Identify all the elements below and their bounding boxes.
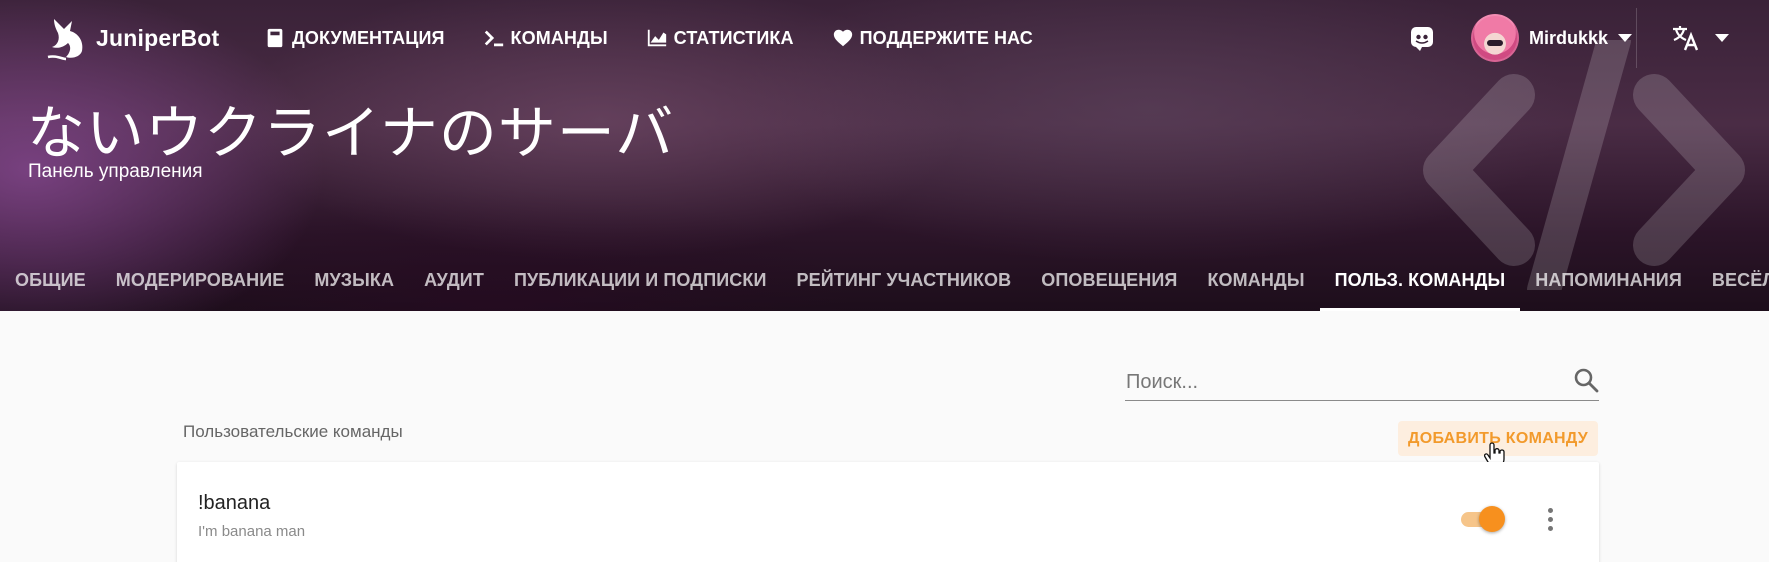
command-description: I'm banana man: [198, 523, 306, 540]
tab-fun[interactable]: ВЕСЁЛОСТИ: [1697, 262, 1769, 311]
heart-icon: [833, 29, 852, 47]
book-icon: [267, 28, 283, 48]
tab-audit[interactable]: АУДИТ: [409, 262, 499, 311]
tab-general[interactable]: ОБЩИЕ: [0, 262, 101, 311]
terminal-icon: [484, 30, 503, 47]
nav-link-docs[interactable]: ДОКУМЕНТАЦИЯ: [264, 22, 445, 54]
language-menu[interactable]: [1671, 22, 1729, 54]
server-name: ないウクライナのサーバ: [27, 99, 675, 167]
search-input[interactable]: [1126, 367, 1546, 397]
nav-link-label: ПОДДЕРЖИТЕ НАС: [859, 27, 1033, 48]
nav-link-support[interactable]: ПОДДЕРЖИТЕ НАС: [832, 22, 1033, 54]
search-icon[interactable]: [1573, 367, 1599, 393]
toggle-thumb: [1479, 506, 1505, 532]
chevron-down-icon: [1618, 34, 1633, 42]
nav-links: ДОКУМЕНТАЦИЯ КОМАНДЫ СТАТИСТИКА ПОДДЕРЖИ…: [264, 22, 1071, 54]
command-enabled-toggle[interactable]: [1459, 506, 1505, 532]
user-menu[interactable]: Mirdukkk: [1471, 14, 1633, 62]
dot: [1547, 525, 1553, 531]
section-title: Пользовательские команды: [183, 422, 403, 441]
brand[interactable]: JuniperBot: [46, 14, 219, 62]
top-navigation: JuniperBot ДОКУМЕНТАЦИЯ КОМАНДЫ СТАТИСТИ…: [0, 0, 1769, 76]
nav-link-label: ДОКУМЕНТАЦИЯ: [292, 27, 445, 48]
dashboard-tabs: ОБЩИЕ МОДЕРИРОВАНИЕ МУЗЫКА АУДИТ ПУБЛИКА…: [0, 262, 1769, 311]
tab-ranking[interactable]: РЕЙТИНГ УЧАСТНИКОВ: [782, 262, 1027, 311]
nav-link-label: СТАТИСТИКА: [673, 27, 794, 48]
avatar: [1471, 14, 1519, 62]
nav-link-stats[interactable]: СТАТИСТИКА: [646, 22, 794, 54]
dot: [1547, 507, 1553, 513]
nav-link-label: КОМАНДЫ: [510, 27, 608, 48]
brand-name: JuniperBot: [96, 24, 220, 51]
chevron-down-icon: [1715, 34, 1729, 42]
tab-notifications[interactable]: ОПОВЕЩЕНИЯ: [1026, 262, 1192, 311]
tab-music[interactable]: МУЗЫКА: [299, 262, 409, 311]
more-options-icon[interactable]: [1540, 505, 1560, 533]
page-subtitle: Панель управления: [28, 161, 203, 182]
code-brackets-icon: [1423, 40, 1745, 290]
command-name: !banana: [198, 492, 271, 514]
search-box: [1125, 363, 1599, 401]
tab-custom-commands[interactable]: ПОЛЬЗ. КОМАНДЫ: [1319, 262, 1521, 311]
tab-reminders[interactable]: НАПОМИНАНИЯ: [1520, 262, 1697, 311]
chart-icon: [647, 29, 666, 47]
dot: [1547, 516, 1553, 522]
user-name: Mirdukkk: [1529, 27, 1609, 48]
tab-moderation[interactable]: МОДЕРИРОВАНИЕ: [101, 262, 300, 311]
nav-link-commands[interactable]: КОМАНДЫ: [483, 22, 608, 54]
add-command-button[interactable]: ДОБАВИТЬ КОМАНДУ: [1398, 421, 1599, 456]
tab-publications[interactable]: ПУБЛИКАЦИИ И ПОДПИСКИ: [499, 262, 782, 311]
juniper-logo-icon: [47, 19, 83, 61]
command-card[interactable]: !banana I'm banana man: [177, 462, 1599, 562]
translate-icon: [1673, 26, 1699, 51]
nav-divider: [1636, 8, 1637, 68]
tab-commands[interactable]: КОМАНДЫ: [1192, 262, 1319, 311]
header-hero: JuniperBot ДОКУМЕНТАЦИЯ КОМАНДЫ СТАТИСТИ…: [0, 0, 1769, 311]
discord-icon[interactable]: [1408, 24, 1436, 52]
